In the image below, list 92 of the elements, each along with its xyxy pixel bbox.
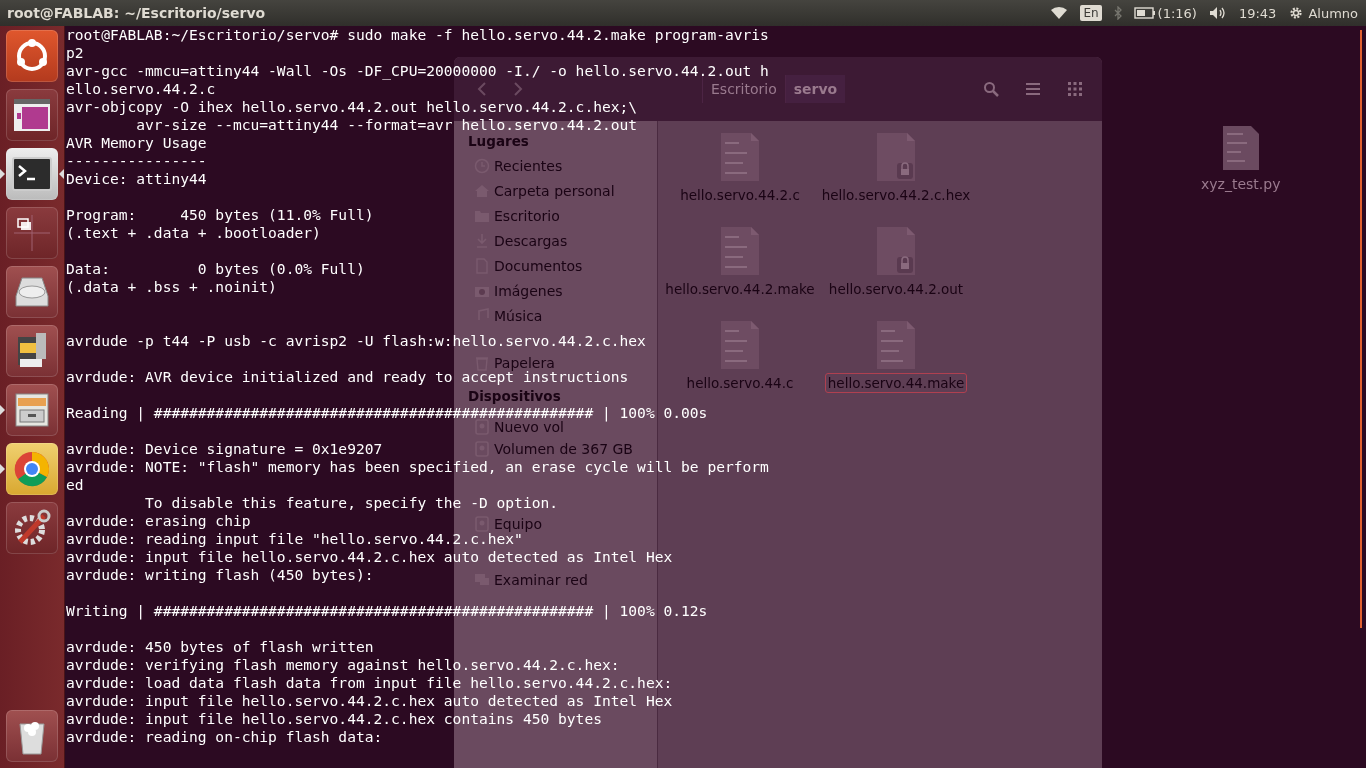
terminal-line: To disable this feature, specify the -D option. — [144, 496, 559, 510]
app-launcher-icon[interactable] — [6, 89, 58, 141]
sidebar-item[interactable]: Volumen de 367 GB — [474, 442, 633, 456]
sidebar-item[interactable]: Descargas — [474, 234, 568, 248]
battery-time: (1:16) — [1157, 5, 1197, 21]
file-name: hello.servo.44.make — [824, 373, 968, 393]
terminal-line: avrdude: NOTE: "flash" memory has been specified, an erase cycle will be perform — [66, 460, 769, 474]
disk-launcher-icon[interactable] — [6, 266, 58, 318]
terminal-line: avr-objcopy -O ihex hello.servo.44.2.out hello.servo.44.2.c.hex;\ — [66, 100, 638, 114]
terminal-line: avrdude: erasing chip — [66, 514, 251, 528]
sidebar-item[interactable]: Examinar red — [474, 573, 588, 587]
keyboard-layout-indicator[interactable]: En — [1080, 5, 1102, 21]
path-button[interactable]: Escritorio — [702, 75, 785, 103]
sidebar-item[interactable]: Papelera — [474, 356, 555, 370]
terminal-line: (.text + .data + .bootloader) — [66, 226, 321, 240]
sidebar-item[interactable]: Equipo — [474, 517, 542, 531]
battery-icon — [1133, 7, 1156, 19]
wifi-icon[interactable] — [1050, 6, 1069, 20]
grid-icon — [1068, 82, 1082, 96]
terminal-line: avrdude: 450 bytes of flash written — [66, 640, 374, 654]
terminal-line: (.data + .bss + .noinit) — [66, 280, 277, 294]
document-icon — [721, 321, 759, 369]
terminal-line: avr-gcc -mmcu=attiny44 -Wall -Os -DF_CPU=20000000 -I./ -o hello.servo.44.2.out h — [66, 64, 769, 78]
sidebar-item[interactable]: Carpeta personal — [474, 184, 615, 198]
terminal-line: Data: 0 bytes (0.0% Full) — [66, 262, 365, 276]
terminal-line: ed — [66, 478, 84, 492]
terminal-line: avrdude: reading on-chip flash data: — [66, 730, 383, 744]
window-title: root@FABLAB: ~/Escritorio/servo — [7, 5, 266, 21]
workspaces-launcher-icon[interactable] — [6, 207, 58, 259]
terminal-line: Device: attiny44 — [66, 172, 207, 186]
volume-icon[interactable] — [1208, 6, 1227, 20]
terminal-line: avrdude: load data flash data from input file hello.servo.44.2.c.hex: — [66, 676, 673, 690]
sidebar-heading: Dispositivos — [468, 389, 561, 403]
sidebar-item[interactable]: Música — [474, 309, 543, 323]
terminal-line: Writing | ################################################## | 100% 0.12s — [66, 604, 708, 618]
terminal-line: Reading | ################################################## | 100% 0.00s — [66, 406, 708, 420]
terminal-line: avrdude: input file hello.servo.44.2.c.hex auto detected as Intel Hex — [66, 694, 673, 708]
ubuntu-launcher-icon[interactable] — [6, 30, 58, 82]
file-name: hello.servo.44.2.c.hex — [820, 186, 972, 205]
battery-indicator[interactable]: (1:16) — [1133, 5, 1197, 21]
text-file-icon[interactable] — [1222, 126, 1259, 170]
settings-launcher-icon[interactable] — [6, 502, 58, 554]
bluetooth-icon[interactable] — [1113, 6, 1122, 20]
file-name: hello.servo.44.2.make — [664, 280, 816, 299]
files-launcher-icon[interactable] — [6, 384, 58, 436]
document-icon — [721, 133, 759, 181]
terminal-line: avrdude: reading input file "hello.servo.44.2.c.hex" — [66, 532, 523, 546]
file-name[interactable]: xyz_test.py — [1201, 176, 1281, 192]
terminal-line: avrdude -p t44 -P usb -c avrisp2 -U flash:w:hello.servo.44.2.c.hex — [66, 334, 646, 348]
terminal-line: avrdude: Device signature = 0x1e9207 — [66, 442, 383, 456]
chrome-launcher-icon[interactable] — [6, 443, 58, 495]
sidebar-item[interactable]: Nuevo vol — [474, 420, 564, 434]
terminal-line: avrdude: AVR device initialized and ready to accept instructions — [66, 370, 629, 384]
sidebar-heading: Lugares — [468, 134, 529, 148]
file-item[interactable]: hello.servo.44.2.c.hex — [818, 133, 974, 205]
document-icon — [877, 133, 915, 181]
file-item[interactable]: hello.servo.44.2.c — [677, 133, 803, 205]
terminal-line: ello.servo.44.2.c — [66, 82, 216, 96]
list-icon — [1026, 83, 1040, 95]
clock[interactable]: 19:43 — [1238, 5, 1277, 21]
file-item[interactable]: hello.servo.44.2.make — [662, 227, 818, 299]
sdcard-launcher-icon[interactable] — [6, 325, 58, 377]
file-item[interactable]: hello.servo.44.make — [824, 321, 968, 393]
file-name: hello.servo.44.2.c — [679, 186, 801, 205]
path-button[interactable]: servo — [784, 75, 846, 103]
terminal-line: avrdude: verifying flash memory against hello.servo.44.2.c.hex: — [66, 658, 620, 672]
search-icon — [983, 81, 999, 97]
terminal-line: avrdude: writing flash (450 bytes): — [66, 568, 374, 582]
terminal-line: avrdude: input file hello.servo.44.2.c.hex auto detected as Intel Hex — [66, 550, 673, 564]
sidebar-item[interactable]: Documentos — [474, 259, 583, 273]
terminal-line: ---------------- — [66, 154, 207, 168]
terminal-line: AVR Memory Usage — [66, 136, 207, 150]
settings-icon[interactable] — [1288, 5, 1305, 21]
terminal-line: p2 — [66, 46, 84, 60]
terminal-line: avrdude: input file hello.servo.44.2.c.hex contains 450 bytes — [66, 712, 602, 726]
file-item[interactable]: hello.servo.44.2.out — [825, 227, 967, 299]
terminal-line: Program: 450 bytes (11.0% Full) — [66, 208, 374, 222]
terminal-line: avr-size --mcu=attiny44 --format=avr hello.servo.44.2.out — [135, 118, 638, 132]
file-name: hello.servo.44.2.out — [827, 280, 965, 299]
document-icon — [877, 321, 915, 369]
sidebar-item[interactable]: Recientes — [474, 159, 563, 173]
sidebar-item[interactable]: Imágenes — [474, 284, 563, 298]
sidebar-item[interactable]: Escritorio — [474, 209, 560, 223]
file-name: hello.servo.44.c — [685, 374, 795, 393]
document-icon — [877, 227, 915, 275]
trash-launcher-icon[interactable] — [6, 710, 58, 762]
terminal-launcher-icon[interactable] — [6, 148, 58, 200]
terminal-line: root@FABLAB:~/Escritorio/servo# sudo make -f hello.servo.44.2.make program-avris — [66, 28, 769, 42]
scrollbar[interactable] — [1360, 30, 1362, 628]
user-name[interactable]: Alumno — [1308, 5, 1358, 21]
document-icon — [721, 227, 759, 275]
file-item[interactable]: hello.servo.44.c — [683, 321, 797, 393]
